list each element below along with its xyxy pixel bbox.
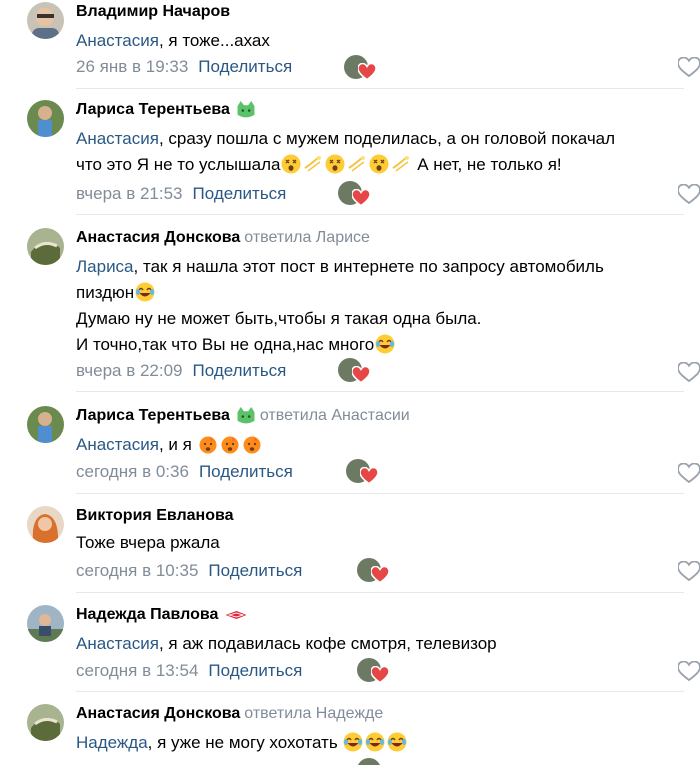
laughing-face-icon xyxy=(365,732,386,752)
author-name[interactable]: Лариса Терентьева xyxy=(76,101,230,118)
comment-date[interactable]: сегодня в 0:36 xyxy=(76,462,189,481)
hot-face-icon xyxy=(243,434,261,454)
dizzy-face-icon xyxy=(281,154,302,174)
reactions[interactable] xyxy=(338,181,374,207)
mention-link[interactable]: Анастасия xyxy=(76,31,159,50)
share-button[interactable]: Поделиться xyxy=(208,661,302,680)
dizzy-face-icon xyxy=(369,154,390,174)
author-name[interactable]: Лариса Терентьева xyxy=(76,407,230,424)
reply-to-link[interactable]: ответила Анастасии xyxy=(260,407,410,424)
hot-face-icon xyxy=(199,434,217,454)
like-icon[interactable] xyxy=(678,57,700,77)
author-name[interactable]: Виктория Евланова xyxy=(76,507,234,524)
mention-link[interactable]: Лариса xyxy=(76,257,134,276)
comment-text: , так я нашла этот пост в интернете по з… xyxy=(133,257,604,276)
avatar[interactable] xyxy=(27,2,64,39)
comment-text: Думаю ну не может быть,чтобы я такая одн… xyxy=(76,309,482,328)
avatar[interactable] xyxy=(27,506,64,543)
mention-link[interactable]: Анастасия xyxy=(76,634,159,653)
divider xyxy=(76,493,684,494)
comment-text: Тоже вчера ржала xyxy=(76,533,220,552)
divider xyxy=(76,691,684,692)
cat-badge-icon xyxy=(237,406,255,424)
mention-link[interactable]: Анастасия xyxy=(76,129,159,148)
comment-date[interactable]: 26 янв в 19:33 xyxy=(76,57,188,76)
heart-icon xyxy=(371,666,389,684)
comment-text: , сразу пошла с мужем поделилась, а он г… xyxy=(158,129,616,148)
share-button[interactable]: Поделиться xyxy=(198,57,292,76)
reply-to-link[interactable]: ответила Надежде xyxy=(244,705,383,722)
comment-date[interactable]: сегодня в 13:54 xyxy=(76,661,198,680)
dizzy-star-icon xyxy=(304,155,323,172)
reactions[interactable] xyxy=(357,758,393,765)
laughing-face-icon xyxy=(387,732,408,752)
comment-text: И точно,так что Вы не одна,нас много xyxy=(76,335,375,354)
comment-text: что это Я не то услышала xyxy=(76,155,281,174)
divider xyxy=(76,88,684,89)
avatar[interactable] xyxy=(27,704,64,741)
heart-icon xyxy=(352,366,370,384)
mention-link[interactable]: Анастасия xyxy=(76,435,159,454)
author-name[interactable]: Владимир Начаров xyxy=(76,3,230,20)
spartak-badge-icon xyxy=(225,610,247,619)
laughing-face-icon xyxy=(375,334,396,354)
heart-icon xyxy=(371,566,389,584)
avatar[interactable] xyxy=(27,100,64,137)
comment-text: , и я xyxy=(158,435,192,454)
share-button[interactable]: Поделиться xyxy=(199,462,293,481)
dizzy-star-icon xyxy=(348,155,367,172)
author-name[interactable]: Анастасия Донскова xyxy=(76,705,240,722)
comment-text: , я тоже...ахах xyxy=(158,31,270,50)
divider xyxy=(76,214,684,215)
avatar[interactable] xyxy=(27,605,64,642)
share-button[interactable]: Поделиться xyxy=(193,184,287,203)
reactions[interactable] xyxy=(346,459,382,485)
heart-icon xyxy=(360,467,378,485)
like-icon[interactable] xyxy=(678,463,700,483)
laughing-face-icon xyxy=(135,282,156,302)
reactor-avatar xyxy=(357,758,381,765)
comment-text: пиздюн xyxy=(76,283,135,302)
reactions[interactable] xyxy=(357,558,393,584)
comment-date[interactable]: сегодня в 10:35 xyxy=(76,561,198,580)
author-name[interactable]: Надежда Павлова xyxy=(76,606,218,623)
like-icon[interactable] xyxy=(678,184,700,204)
reply-to-link[interactable]: ответила Ларисе xyxy=(244,229,370,246)
comment-text: , я уже не могу хохотать xyxy=(147,733,338,752)
avatar[interactable] xyxy=(27,228,64,265)
comment-text: А нет, не только я! xyxy=(417,155,562,174)
reactions[interactable] xyxy=(344,55,380,81)
comment-text: , я аж подавилась кофе смотря, телевизор xyxy=(158,634,497,653)
share-button[interactable]: Поделиться xyxy=(193,361,287,380)
cat-badge-icon xyxy=(237,100,255,118)
heart-icon xyxy=(352,189,370,207)
heart-icon xyxy=(358,63,376,81)
dizzy-star-icon xyxy=(392,155,411,172)
dizzy-face-icon xyxy=(325,154,346,174)
laughing-face-icon xyxy=(343,732,364,752)
like-icon[interactable] xyxy=(678,561,700,581)
reactions[interactable] xyxy=(357,658,393,684)
share-button[interactable]: Поделиться xyxy=(208,561,302,580)
comment-date[interactable]: вчера в 22:09 xyxy=(76,361,183,380)
author-name[interactable]: Анастасия Донскова xyxy=(76,229,240,246)
mention-link[interactable]: Надежда xyxy=(76,733,148,752)
avatar[interactable] xyxy=(27,406,64,443)
hot-face-icon xyxy=(221,434,239,454)
divider xyxy=(76,592,684,593)
divider xyxy=(76,391,684,392)
like-icon[interactable] xyxy=(678,661,700,681)
reactions[interactable] xyxy=(338,358,374,384)
comment-date[interactable]: вчера в 21:53 xyxy=(76,184,183,203)
like-icon[interactable] xyxy=(678,362,700,382)
